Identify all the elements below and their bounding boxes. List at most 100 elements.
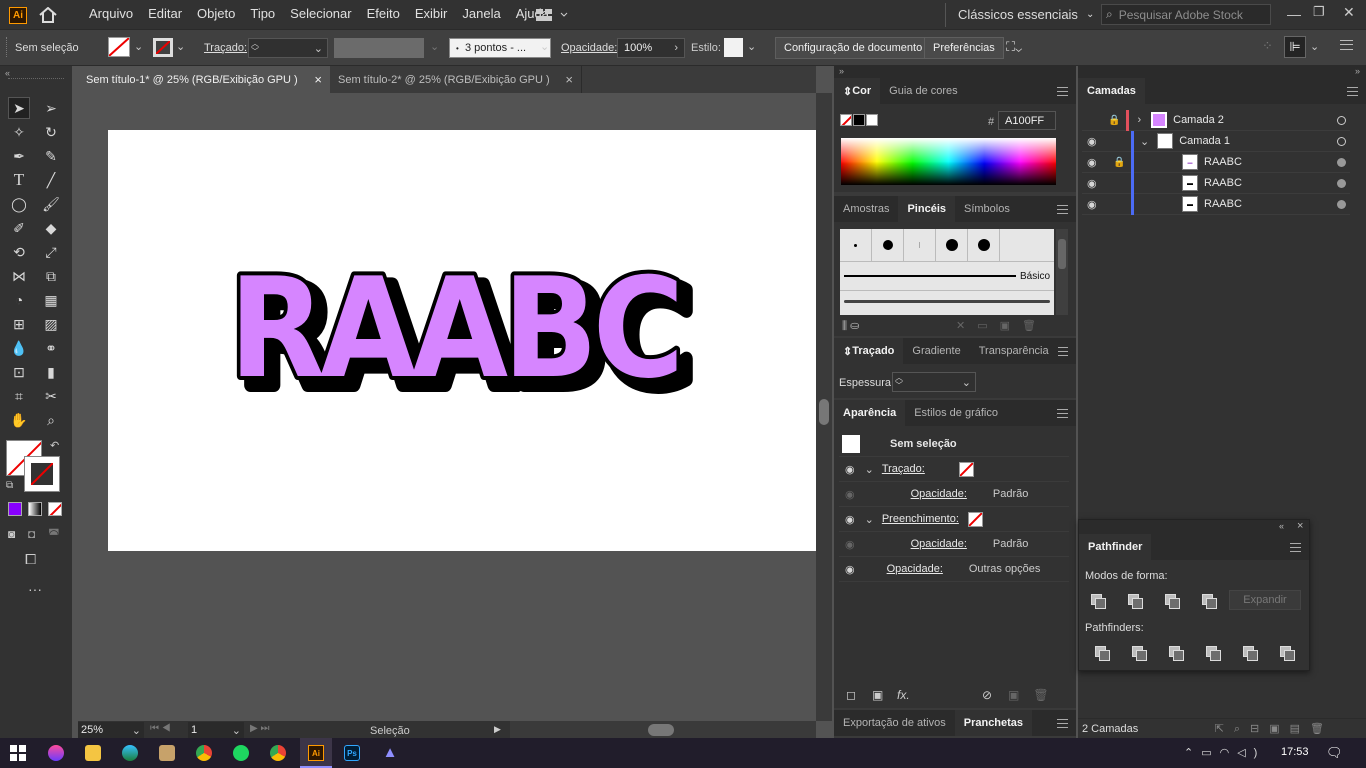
graphic-style-swatch[interactable] bbox=[724, 38, 743, 57]
panel-menu-icon[interactable] bbox=[1057, 86, 1068, 96]
pen-tool-icon[interactable]: ✒ bbox=[8, 145, 30, 167]
type-tool-icon[interactable]: T bbox=[8, 169, 30, 191]
scroll-thumb[interactable] bbox=[819, 399, 829, 425]
eye-icon[interactable]: ◉ bbox=[1087, 156, 1107, 169]
tab-color-guide[interactable]: Guia de cores bbox=[880, 78, 966, 104]
fx-icon[interactable]: fx. bbox=[897, 688, 910, 702]
home-icon[interactable] bbox=[38, 6, 58, 26]
crop-icon[interactable] bbox=[1206, 646, 1221, 661]
stroke-attr-swatch[interactable] bbox=[958, 461, 974, 477]
fill-opacity-label[interactable]: Opacidade: bbox=[911, 538, 967, 550]
layer-row-camada-1[interactable]: ◉ ⌄ Camada 1 bbox=[1082, 130, 1350, 152]
screen-mode-icon[interactable]: ⧠ bbox=[25, 551, 36, 568]
notifications-icon[interactable]: 🗨 bbox=[1326, 745, 1343, 761]
direct-selection-tool-icon[interactable]: ➢ bbox=[40, 97, 62, 119]
chevron-down-icon[interactable]: ⌄ bbox=[540, 40, 549, 53]
tab-pathfinder[interactable]: Pathfinder bbox=[1079, 534, 1152, 560]
curvature-tool-icon[interactable]: ✎ bbox=[40, 145, 62, 167]
eye-icon[interactable]: ◉ bbox=[845, 563, 855, 576]
eye-icon[interactable]: ◉ bbox=[845, 538, 855, 551]
fill-attr-swatch[interactable] bbox=[967, 511, 983, 527]
close-icon[interactable]: × bbox=[565, 72, 573, 87]
mesh-tool-icon[interactable]: ⊞ bbox=[8, 313, 30, 335]
brush-definition[interactable]: • 3 pontos - ... bbox=[449, 38, 551, 58]
chrome-profile-icon[interactable] bbox=[270, 745, 286, 761]
lock-icon[interactable]: 🔒 bbox=[1113, 157, 1125, 168]
tab-transparency[interactable]: Transparência bbox=[970, 338, 1058, 364]
tab-brushes[interactable]: Pincéis bbox=[898, 196, 955, 222]
magic-wand-icon[interactable]: ✧ bbox=[8, 121, 30, 143]
line-tool-icon[interactable]: ╱ bbox=[40, 169, 62, 191]
variable-width-profile[interactable] bbox=[334, 38, 424, 58]
layer-row-camada-2[interactable]: 🔒 › Camada 2 bbox=[1082, 109, 1350, 131]
eraser-icon[interactable]: ◆ bbox=[40, 217, 62, 239]
collapse-icon[interactable]: « bbox=[5, 68, 10, 78]
trim-icon[interactable] bbox=[1132, 646, 1147, 661]
first-artboard-icon[interactable]: ⏮ ◀ bbox=[150, 723, 171, 734]
free-transform-icon[interactable]: ⧉ bbox=[40, 265, 62, 287]
eye-icon[interactable]: ◉ bbox=[845, 463, 855, 476]
appearance-opacity-row[interactable]: ◉ Opacidade: Outras opções bbox=[839, 557, 1069, 582]
fill-swatch[interactable] bbox=[108, 37, 130, 57]
chevron-down-icon[interactable]: ⌄ bbox=[1140, 135, 1149, 148]
target-icon[interactable] bbox=[1337, 115, 1346, 125]
workspace-switcher[interactable]: Clássicos essenciais ⌄ bbox=[958, 7, 1094, 22]
layer-item-raabc-3[interactable]: ◉ ▬ RAABC bbox=[1082, 193, 1350, 215]
outline-icon[interactable] bbox=[1243, 646, 1258, 661]
menu-tipo[interactable]: Tipo bbox=[250, 6, 275, 21]
artboard-tool-icon[interactable]: ⌗ bbox=[8, 385, 30, 407]
appearance-fill-opacity-row[interactable]: ◉ Opacidade: Padrão bbox=[839, 532, 1069, 557]
target-icon[interactable] bbox=[1337, 178, 1346, 188]
draw-inside-icon[interactable]: ◚ bbox=[48, 527, 60, 541]
appearance-object-row[interactable]: Sem seleção bbox=[839, 432, 1069, 457]
appearance-stroke-opacity-row[interactable]: ◉ Opacidade: Padrão bbox=[839, 482, 1069, 507]
minus-front-icon[interactable] bbox=[1128, 594, 1143, 609]
artboard-number-field[interactable]: 1 ⌄ bbox=[188, 722, 244, 738]
appearance-fill-row[interactable]: ◉ ⌄ Preenchimento: bbox=[839, 507, 1069, 532]
tab-layers[interactable]: Camadas bbox=[1078, 78, 1145, 104]
unite-icon[interactable] bbox=[1091, 594, 1106, 609]
divide-icon[interactable] bbox=[1095, 646, 1110, 661]
panel-menu-icon[interactable] bbox=[1057, 718, 1068, 728]
zoom-tool-icon[interactable]: ⌕ bbox=[40, 409, 62, 431]
add-new-stroke-icon[interactable]: ◻ bbox=[846, 688, 856, 702]
affinity-icon[interactable]: ▲ bbox=[382, 745, 398, 761]
target-icon[interactable] bbox=[1337, 136, 1346, 146]
lasso-icon[interactable]: ↻ bbox=[40, 121, 62, 143]
eye-icon[interactable]: ◉ bbox=[1087, 135, 1107, 148]
more-tools-icon[interactable]: ··· bbox=[28, 581, 42, 597]
tab-stroke[interactable]: ⇕ Traçado bbox=[834, 338, 904, 364]
dock-collapse-icon[interactable]: » bbox=[834, 66, 1076, 78]
stroke-attr-label[interactable]: Traçado: bbox=[882, 463, 925, 475]
item-name[interactable]: RAABC bbox=[1204, 156, 1242, 168]
clear-appearance-icon[interactable]: ⊘ bbox=[982, 688, 992, 702]
vertical-scrollbar[interactable] bbox=[816, 93, 832, 721]
scroll-thumb[interactable] bbox=[648, 724, 674, 736]
intersect-icon[interactable] bbox=[1165, 594, 1180, 609]
brush-rough[interactable] bbox=[844, 300, 1050, 303]
menu-objeto[interactable]: Objeto bbox=[197, 6, 235, 21]
brush-dot-faint[interactable] bbox=[904, 228, 936, 262]
merge-icon[interactable] bbox=[1169, 646, 1184, 661]
zoom-field[interactable]: 25% ⌄ bbox=[78, 722, 144, 738]
tab-appearance[interactable]: Aparência bbox=[834, 400, 906, 426]
expand-button[interactable]: Expandir bbox=[1229, 590, 1301, 610]
rotate-tool-icon[interactable]: ⟲ bbox=[8, 241, 30, 263]
dock-collapse-icon[interactable]: » bbox=[1078, 66, 1366, 78]
paint-app-icon[interactable] bbox=[48, 745, 64, 761]
tab-color[interactable]: ⇕ Cor bbox=[834, 78, 881, 104]
none-swatch[interactable] bbox=[840, 114, 852, 126]
brush-dot-large-2[interactable] bbox=[968, 228, 1000, 262]
panel-menu-icon[interactable] bbox=[1057, 408, 1068, 418]
photoshop-icon[interactable]: Ps bbox=[344, 745, 360, 761]
swap-colors-icon[interactable]: ↶ bbox=[50, 439, 59, 452]
opacity-field[interactable]: 100% › bbox=[617, 38, 685, 58]
close-icon[interactable]: × bbox=[314, 72, 322, 87]
stroke-weight-field[interactable]: ︿ ﹀ ⌄ bbox=[248, 38, 328, 58]
chrome-icon[interactable] bbox=[196, 745, 212, 761]
hex-input[interactable]: A100FF bbox=[998, 111, 1056, 130]
brush-basic[interactable]: Básico bbox=[840, 262, 1054, 291]
width-tool-icon[interactable]: ⋈ bbox=[8, 265, 30, 287]
column-graph-icon[interactable]: ▮ bbox=[40, 361, 62, 383]
layers-scrollbar[interactable] bbox=[1350, 110, 1364, 710]
